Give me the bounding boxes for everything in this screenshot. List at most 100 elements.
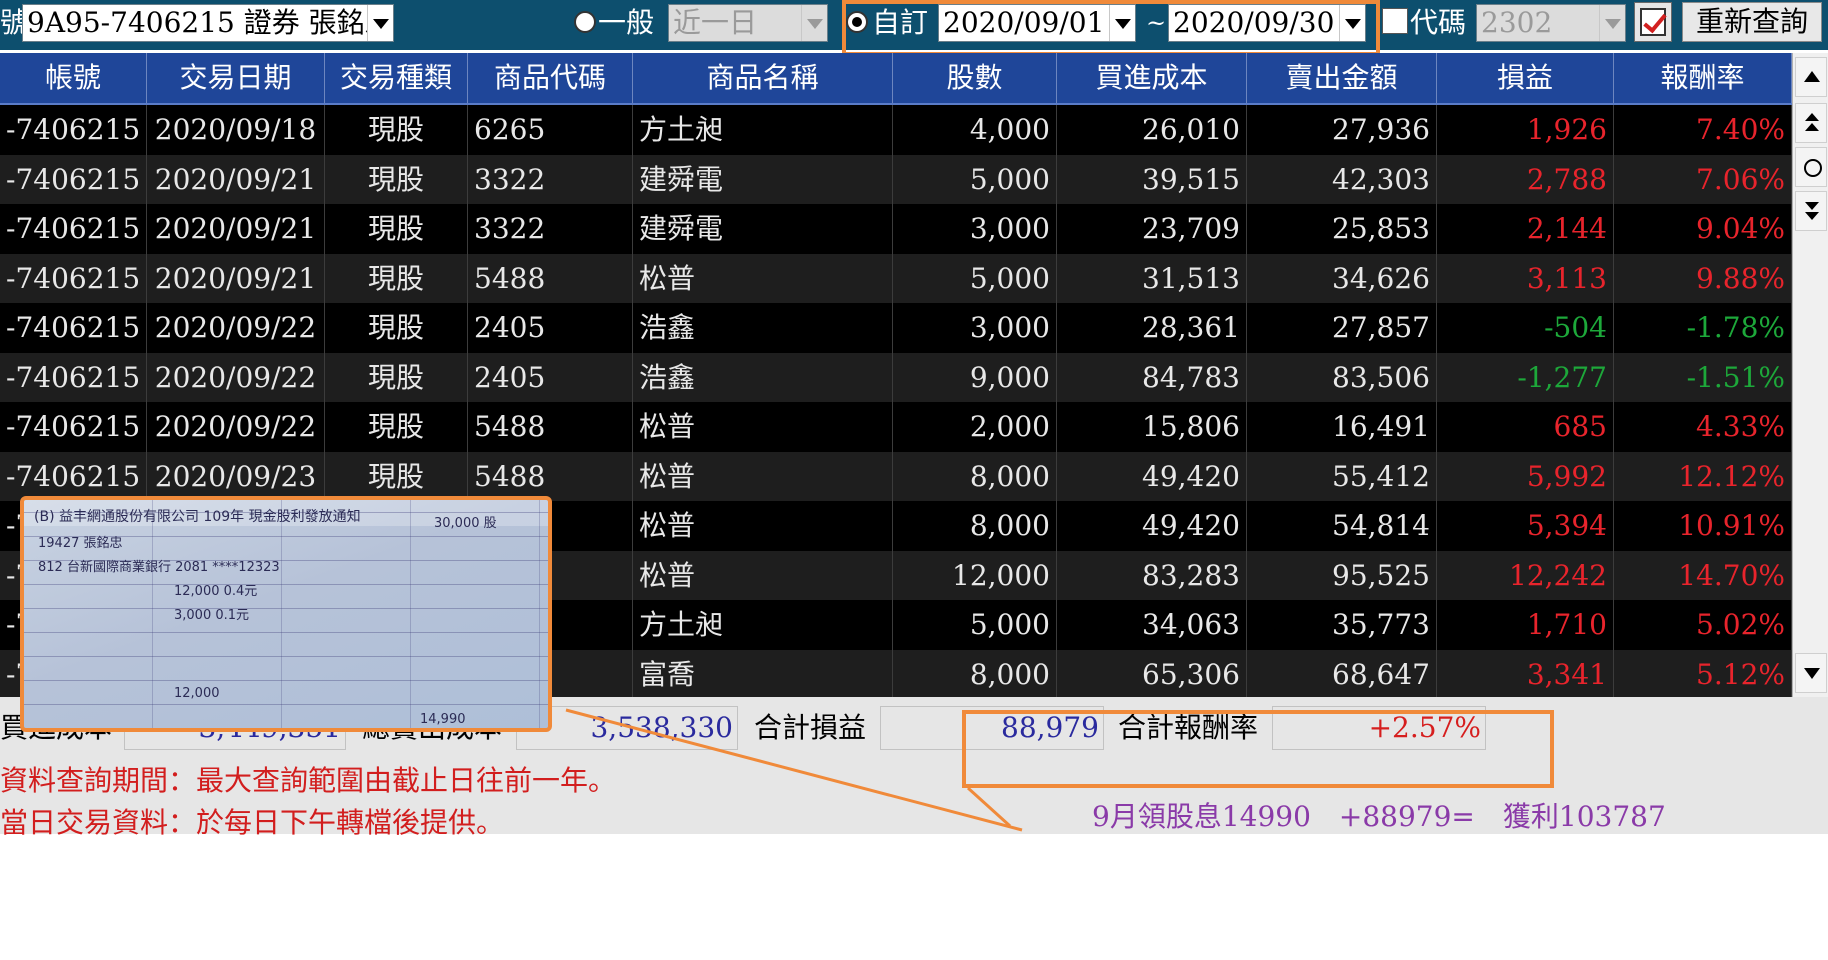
- cell-cost: 28,361: [1057, 303, 1247, 353]
- header-date[interactable]: 交易日期: [147, 53, 325, 103]
- cell-shares: 8,000: [893, 501, 1057, 551]
- cell-sell: 95,525: [1247, 550, 1437, 600]
- cell-code: 3322: [468, 204, 633, 254]
- cell-pnl: 3,113: [1437, 253, 1614, 303]
- cell-type: 現股: [325, 352, 468, 402]
- code-dropdown[interactable]: 2302: [1476, 4, 1626, 42]
- cell-name: 松普: [633, 451, 893, 501]
- cell-sell: 83,506: [1247, 352, 1437, 402]
- header-pnl[interactable]: 損益: [1437, 53, 1614, 103]
- cell-ret: 9.04%: [1614, 204, 1792, 254]
- total-return-value: +2.57%: [1272, 706, 1486, 750]
- vertical-scrollbar[interactable]: [1792, 53, 1828, 697]
- table-row[interactable]: -7406215 2020/09/22 現股 2405 浩鑫 3,000 28,361 27,…: [0, 303, 1792, 353]
- header-type[interactable]: 交易種類: [325, 53, 468, 103]
- cell-name: 方土昶: [633, 105, 893, 155]
- table-row[interactable]: -7406215 2020/09/18 現股 6265 方土昶 4,000 26,010 27…: [0, 105, 1792, 155]
- cell-pnl: 2,788: [1437, 154, 1614, 204]
- cell-code: 6265: [468, 105, 633, 155]
- table-row[interactable]: -7406215 2020/09/22 現股 5488 松普 2,000 15,806 16,…: [0, 402, 1792, 452]
- header-shares[interactable]: 股數: [893, 53, 1057, 103]
- cell-ret: 4.33%: [1614, 402, 1792, 452]
- radio-custom-label: 自訂: [872, 6, 929, 39]
- cell-ret: 9.88%: [1614, 253, 1792, 303]
- cell-sell: 34,626: [1247, 253, 1437, 303]
- cell-pnl: 12,242: [1437, 550, 1614, 600]
- toolbar: 號 9A95-7406215 證券 張銘忠 一般 近一日 自訂 2020/09/…: [0, 0, 1828, 50]
- checkmark-icon: [1640, 8, 1666, 36]
- cell-type: 現股: [325, 303, 468, 353]
- table-row[interactable]: -7406215 2020/09/21 現股 5488 松普 5,000 31,513 34,…: [0, 253, 1792, 303]
- page-up-icon[interactable]: [1795, 103, 1827, 143]
- table-row[interactable]: -7406215 2020/09/21 現股 3322 建舜電 5,000 39,515 42…: [0, 154, 1792, 204]
- account-value: 9A95-7406215 證券 張銘忠: [27, 6, 393, 39]
- chevron-down-icon[interactable]: [1599, 5, 1625, 41]
- apply-check-button[interactable]: [1634, 2, 1672, 42]
- cell-account: -7406215: [0, 253, 147, 303]
- cell-shares: 5,000: [893, 154, 1057, 204]
- table-row[interactable]: -7406215 2020/09/22 現股 2405 浩鑫 9,000 84,783 83,…: [0, 352, 1792, 402]
- cell-code: 2405: [468, 352, 633, 402]
- cell-ret: 7.40%: [1614, 105, 1792, 155]
- cell-account: -7406215: [0, 402, 147, 452]
- cell-type: 現股: [325, 105, 468, 155]
- scroll-home-icon[interactable]: [1795, 147, 1827, 187]
- chevron-down-icon[interactable]: [367, 5, 393, 41]
- radio-custom[interactable]: [846, 11, 868, 33]
- cell-pnl: 1,926: [1437, 105, 1614, 155]
- header-cost[interactable]: 買進成本: [1057, 53, 1247, 103]
- scroll-down-icon[interactable]: [1795, 653, 1827, 693]
- code-checkbox[interactable]: [1382, 8, 1408, 34]
- dividend-receipt-photo: (B) 益丰網通股份有限公司 109年 現金股利發放通知 19427 張銘忠 8…: [20, 496, 552, 732]
- date-to-dropdown[interactable]: 2020/09/30: [1168, 4, 1366, 42]
- date-from-dropdown[interactable]: 2020/09/01: [938, 4, 1136, 42]
- header-return[interactable]: 報酬率: [1614, 53, 1792, 103]
- cell-ret: 5.12%: [1614, 649, 1792, 697]
- cell-pnl: 3,341: [1437, 649, 1614, 697]
- receipt-line-7: 12,000: [174, 686, 220, 701]
- cell-name: 松普: [633, 402, 893, 452]
- header-sell[interactable]: 賣出金額: [1247, 53, 1437, 103]
- chevron-down-icon[interactable]: [801, 5, 827, 41]
- note-query-period: 資料查詢期間：最大查詢範圍由截止日往前一年。: [0, 764, 617, 797]
- cell-account: -7406215: [0, 352, 147, 402]
- cell-type: 現股: [325, 154, 468, 204]
- cell-cost: 31,513: [1057, 253, 1247, 303]
- cell-name: 建舜電: [633, 204, 893, 254]
- cell-cost: 15,806: [1057, 402, 1247, 452]
- page-down-icon[interactable]: [1795, 191, 1827, 231]
- header-account[interactable]: 帳號: [0, 53, 147, 103]
- total-pnl-value: 88,979: [880, 706, 1104, 750]
- cell-cost: 49,420: [1057, 501, 1247, 551]
- cell-cost: 83,283: [1057, 550, 1247, 600]
- table-row[interactable]: -7406215 2020/09/21 現股 3322 建舜電 3,000 23,709 25…: [0, 204, 1792, 254]
- chevron-down-icon[interactable]: [1339, 5, 1365, 41]
- cell-pnl: 5,992: [1437, 451, 1614, 501]
- cell-account: -7406215: [0, 204, 147, 254]
- period-dropdown[interactable]: 近一日: [668, 4, 828, 42]
- table-row[interactable]: -7406215 2020/09/23 現股 5488 松普 8,000 49,420 55,…: [0, 451, 1792, 501]
- receipt-line-5: 12,000 0.4元: [174, 584, 258, 599]
- cell-type: 現股: [325, 253, 468, 303]
- table-header: 帳號 交易日期 交易種類 商品代碼 商品名稱 股數 買進成本 賣出金額 損益 報…: [0, 53, 1792, 105]
- header-name[interactable]: 商品名稱: [633, 53, 893, 103]
- scroll-up-icon[interactable]: [1795, 57, 1827, 97]
- cell-ret: -1.78%: [1614, 303, 1792, 353]
- cell-date: 2020/09/22: [147, 402, 325, 452]
- cell-cost: 65,306: [1057, 649, 1247, 697]
- cell-date: 2020/09/21: [147, 253, 325, 303]
- cell-cost: 23,709: [1057, 204, 1247, 254]
- period-value: 近一日: [673, 6, 758, 39]
- cell-type: 現股: [325, 402, 468, 452]
- chevron-down-icon[interactable]: [1109, 5, 1135, 41]
- cell-pnl: 685: [1437, 402, 1614, 452]
- radio-general[interactable]: [574, 11, 596, 33]
- cell-name: 浩鑫: [633, 303, 893, 353]
- cell-sell: 68,647: [1247, 649, 1437, 697]
- cell-sell: 42,303: [1247, 154, 1437, 204]
- cell-cost: 49,420: [1057, 451, 1247, 501]
- requery-button[interactable]: 重新查詢: [1682, 2, 1822, 42]
- account-dropdown[interactable]: 9A95-7406215 證券 張銘忠: [22, 4, 394, 42]
- header-code[interactable]: 商品代碼: [468, 53, 633, 103]
- cell-pnl: -504: [1437, 303, 1614, 353]
